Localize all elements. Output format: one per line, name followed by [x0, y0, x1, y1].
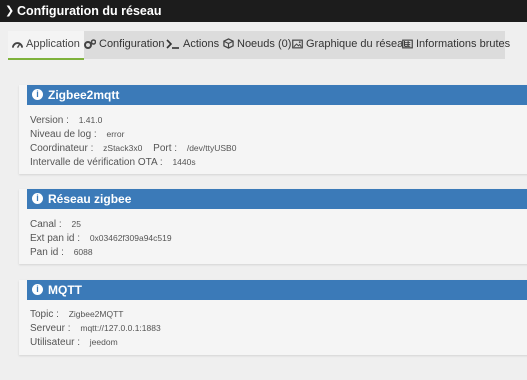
- info-icon: i: [32, 89, 43, 100]
- tab-graphique[interactable]: Graphique du réseau: [292, 31, 409, 58]
- version-label: Version :: [30, 115, 69, 126]
- loglevel-row: Niveau de log : error: [30, 129, 124, 140]
- tab-application[interactable]: Application: [8, 31, 84, 60]
- chevron-right-icon: ❯: [5, 5, 15, 17]
- list-icon: [402, 39, 413, 49]
- tab-label: Informations brutes: [416, 38, 511, 50]
- ext-pan-value: 0x03462f309a94c519: [89, 233, 172, 243]
- panel-header: i MQTT: [27, 280, 527, 300]
- info-icon: i: [32, 284, 43, 295]
- tab-bar: Application Configuration Actions Noeuds…: [8, 31, 510, 60]
- zigbee-network-panel: i Réseau zigbee Canal : 25 Ext pan id : …: [19, 189, 527, 264]
- mqtt-panel: i MQTT Topic : Zigbee2MQTT Serveur : mqt…: [19, 280, 527, 355]
- topic-row: Topic : Zigbee2MQTT: [30, 309, 123, 320]
- pan-value: 6088: [73, 247, 93, 257]
- user-value: jeedom: [89, 337, 118, 347]
- version-row: Version : 1.41.0: [30, 115, 102, 126]
- version-value: 1.41.0: [78, 115, 103, 125]
- panel-header: i Zigbee2mqtt: [27, 85, 527, 105]
- port-label: Port :: [153, 143, 178, 154]
- panel-title: MQTT: [48, 283, 82, 297]
- panel-title: Réseau zigbee: [48, 192, 132, 206]
- cogs-icon: [84, 39, 97, 49]
- panel-header: i Réseau zigbee: [27, 189, 527, 209]
- ota-value: 1440s: [172, 157, 196, 167]
- server-label: Serveur :: [30, 323, 71, 334]
- tab-label: Graphique du réseau: [306, 38, 410, 50]
- tab-label: Configuration: [99, 38, 165, 50]
- user-row: Utilisateur : jeedom: [30, 337, 118, 348]
- topic-label: Topic :: [30, 309, 59, 320]
- tab-actions[interactable]: Actions: [166, 31, 219, 58]
- tab-configuration[interactable]: Configuration: [84, 31, 164, 58]
- tab-label: Application: [26, 38, 80, 50]
- port-value: /dev/ttyUSB0: [186, 143, 237, 153]
- server-value: mqtt://127.0.0.1:1883: [80, 323, 161, 333]
- server-row: Serveur : mqtt://127.0.0.1:1883: [30, 323, 161, 334]
- coordinator-label: Coordinateur :: [30, 143, 94, 154]
- zigbee2mqtt-panel: i Zigbee2mqtt Version : 1.41.0 Niveau de…: [19, 85, 527, 174]
- topic-value: Zigbee2MQTT: [68, 309, 124, 319]
- panel-title: Zigbee2mqtt: [48, 88, 120, 102]
- pan-label: Pan id :: [30, 247, 64, 258]
- info-icon: i: [32, 193, 43, 204]
- tab-noeuds[interactable]: Noeuds (0): [223, 31, 291, 58]
- cube-icon: [223, 38, 234, 49]
- ext-pan-row: Ext pan id : 0x03462f309a94c519: [30, 233, 172, 244]
- user-label: Utilisateur :: [30, 337, 81, 348]
- tab-label: Actions: [183, 38, 220, 50]
- page-header: ❯ Configuration du réseau: [0, 0, 527, 22]
- coordinator-row: Coordinateur : zStack3x0 Port : /dev/tty…: [30, 143, 236, 154]
- dashboard-icon: [12, 42, 23, 49]
- page-title: Configuration du réseau: [17, 4, 162, 18]
- ota-row: Intervalle de vérification OTA : 1440s: [30, 157, 196, 168]
- ota-label: Intervalle de vérification OTA :: [30, 157, 163, 168]
- pan-row: Pan id : 6088: [30, 247, 93, 258]
- channel-row: Canal : 25: [30, 219, 81, 230]
- terminal-icon: [166, 39, 179, 49]
- loglevel-value: error: [106, 129, 125, 139]
- channel-label: Canal :: [30, 219, 62, 230]
- channel-value: 25: [71, 219, 81, 229]
- coordinator-value: zStack3x0: [103, 143, 143, 153]
- loglevel-label: Niveau de log :: [30, 129, 97, 140]
- image-icon: [292, 39, 303, 49]
- ext-pan-label: Ext pan id :: [30, 233, 81, 244]
- tab-label: Noeuds (0): [237, 38, 292, 50]
- tab-informations[interactable]: Informations brutes: [402, 31, 510, 58]
